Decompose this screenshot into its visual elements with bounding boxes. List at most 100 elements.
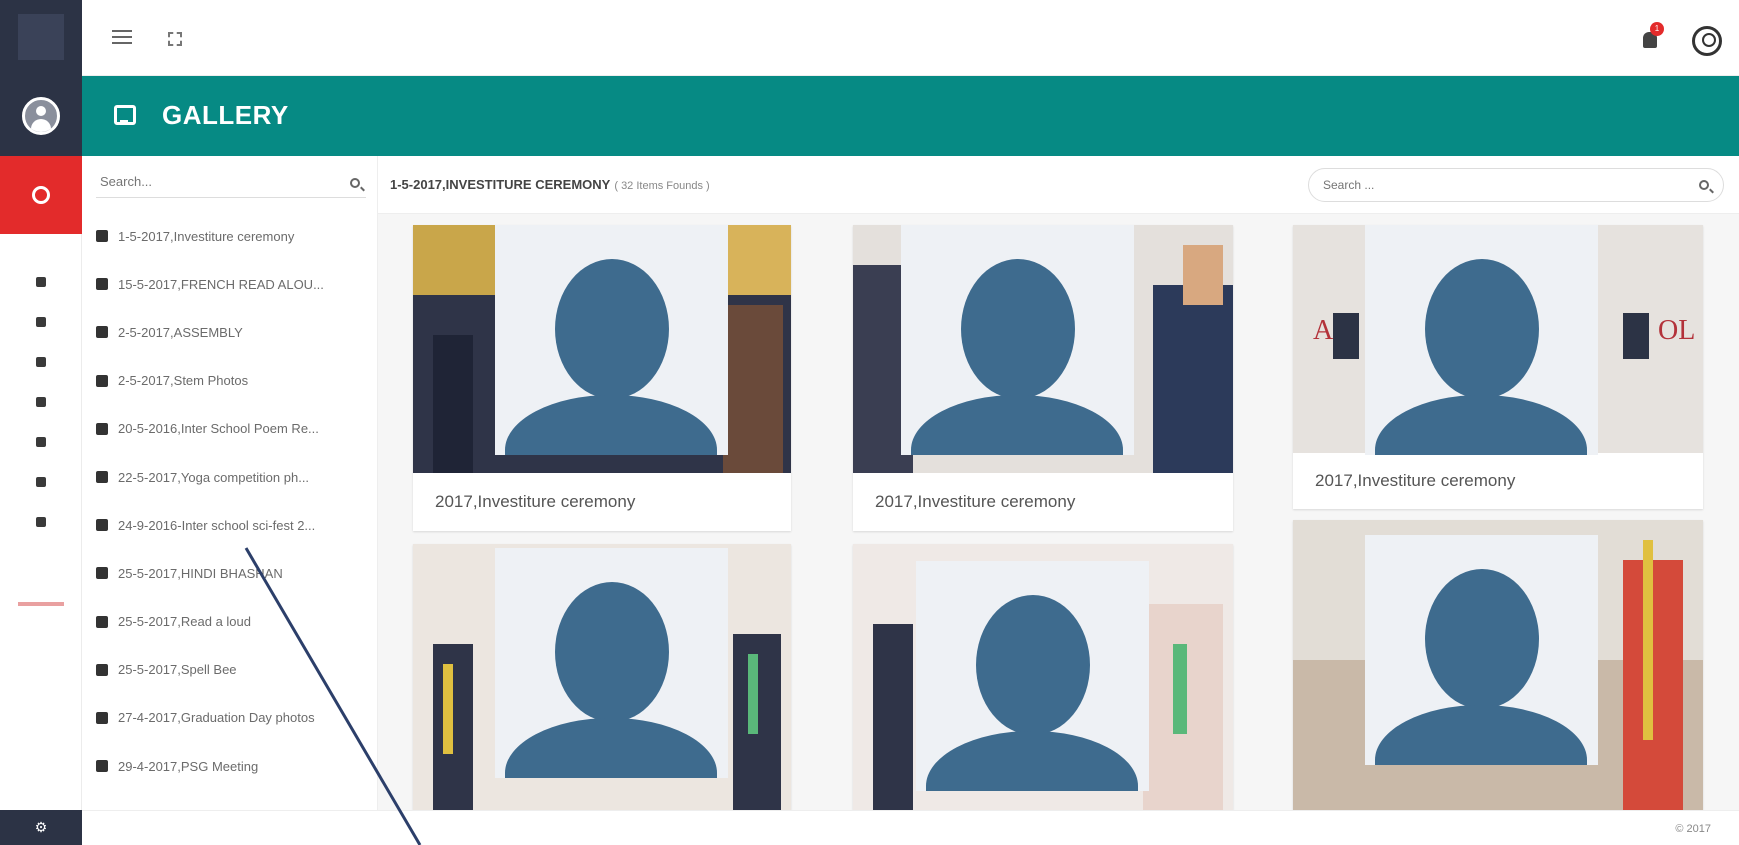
photo-search-input[interactable]	[1309, 169, 1669, 201]
settings-icon: ⚙	[34, 819, 48, 835]
rail-item-location[interactable]	[0, 502, 82, 542]
search-icon[interactable]	[1699, 180, 1709, 190]
footer: © 2017	[82, 810, 1739, 845]
album-label: 27-4-2017,Graduation Day photos	[118, 710, 315, 726]
profile-avatar[interactable]	[0, 76, 82, 156]
rail-item-gallery[interactable]	[0, 382, 82, 422]
album-label: 29-4-2017,PSG Meeting	[118, 758, 259, 774]
gallery-content: 1-5-2017,INVESTITURE CEREMONY( 32 Items …	[378, 156, 1739, 810]
album-search	[96, 168, 366, 198]
rail-item-messages[interactable]	[0, 462, 82, 502]
chat-icon	[36, 477, 46, 487]
top-bar: 1	[82, 0, 1739, 76]
person-head	[1425, 569, 1539, 709]
album-panel: 1-5-2017,Investiture ceremony 15-5-2017,…	[82, 156, 378, 810]
album-label: 25-5-2017,HINDI BHASHAN	[118, 565, 283, 581]
gallery-icon	[114, 105, 136, 125]
hamburger-icon[interactable]	[112, 30, 132, 44]
album-label: 15-5-2017,FRENCH READ ALOU...	[118, 276, 324, 292]
album-item[interactable]: 24-9-2016-Inter school sci-fest 2...	[96, 501, 372, 549]
rail-small-banner[interactable]	[18, 602, 64, 606]
person-head	[555, 259, 669, 399]
person-body	[1375, 705, 1587, 765]
album-item[interactable]: 15-5-2017,FRENCH READ ALOU...	[96, 260, 372, 308]
person-placeholder	[1365, 535, 1598, 765]
logo-mark	[18, 14, 64, 60]
album-icon	[96, 615, 108, 628]
album-title-text: 1-5-2017,INVESTITURE CEREMONY	[390, 177, 611, 192]
album-item[interactable]: 22-5-2017,Yoga competition ph...	[96, 453, 372, 501]
album-item[interactable]: 27-4-2017,Graduation Day photos	[96, 694, 372, 742]
app: ⚙ 1 GALLERY 1-5-2017,Investiture ceremon…	[0, 0, 1739, 845]
photo-search	[1308, 168, 1724, 202]
album-item[interactable]: 29-4-2017,PSG Meeting	[96, 742, 372, 790]
dashboard-icon	[36, 277, 46, 287]
person-placeholder	[916, 561, 1149, 791]
album-label: 20-5-2016,Inter School Poem Re...	[118, 421, 319, 437]
album-item[interactable]: 25-5-2017,HINDI BHASHAN	[96, 549, 372, 597]
person-head	[1425, 259, 1539, 399]
user-icon[interactable]	[1692, 26, 1722, 56]
album-label: 25-5-2017,Read a loud	[118, 614, 251, 630]
album-icon	[96, 519, 108, 532]
location-pin-icon	[36, 517, 46, 527]
person-body	[911, 395, 1123, 455]
copyright: © 2017	[1675, 823, 1711, 835]
album-icon	[96, 567, 108, 580]
album-label: 25-5-2017,Spell Bee	[118, 662, 237, 678]
search-icon[interactable]	[350, 178, 360, 188]
photo-caption: 2017,Investiture ceremony	[435, 492, 636, 511]
album-icon	[96, 711, 108, 724]
person-placeholder	[1365, 225, 1598, 455]
album-icon	[96, 471, 108, 484]
person-placeholder	[495, 225, 728, 455]
album-item[interactable]: 2-5-2017,Stem Photos	[96, 357, 372, 405]
logo[interactable]	[0, 0, 82, 76]
person-body	[1375, 395, 1587, 455]
rail-item-palette[interactable]	[0, 422, 82, 462]
album-label: 24-9-2016-Inter school sci-fest 2...	[118, 517, 316, 533]
photo-caption: 2017,Investiture ceremony	[1315, 471, 1516, 490]
album-label: 2-5-2017,ASSEMBLY	[118, 324, 243, 340]
album-search-input[interactable]	[96, 168, 326, 189]
album-icon	[96, 422, 108, 435]
person-body	[505, 718, 717, 778]
album-item[interactable]: 25-5-2017,Spell Bee	[96, 646, 372, 694]
rail-item-dashboard[interactable]	[0, 262, 82, 302]
settings-button[interactable]: ⚙	[0, 810, 82, 845]
album-label: 1-5-2017,Investiture ceremony	[118, 228, 295, 244]
avatar-icon	[22, 97, 60, 135]
rail-item-albums[interactable]	[0, 302, 82, 342]
album-icon	[96, 663, 108, 676]
album-icon	[96, 230, 108, 243]
calendar-icon	[36, 357, 46, 367]
album-list: 1-5-2017,Investiture ceremony 15-5-2017,…	[96, 212, 372, 790]
rail-item-calendar[interactable]	[0, 342, 82, 382]
rail-menu	[0, 262, 82, 542]
person-placeholder	[901, 225, 1134, 455]
person-head	[976, 595, 1090, 735]
album-item[interactable]: 2-5-2017,ASSEMBLY	[96, 308, 372, 356]
palette-icon	[36, 437, 46, 447]
album-icon	[36, 317, 46, 327]
album-icon	[96, 374, 108, 387]
person-body	[505, 395, 717, 455]
gallery-icon	[36, 397, 46, 407]
album-item[interactable]: 25-5-2017,Read a loud	[96, 598, 372, 646]
album-icon	[96, 760, 108, 773]
album-label: 2-5-2017,Stem Photos	[118, 373, 249, 389]
person-body	[926, 731, 1138, 791]
photo-caption: 2017,Investiture ceremony	[875, 492, 1076, 511]
rail-item-active[interactable]	[0, 156, 82, 234]
item-count: ( 32 Items Founds )	[614, 180, 710, 192]
album-item[interactable]: 1-5-2017,Investiture ceremony	[96, 212, 372, 260]
album-icon	[96, 326, 108, 339]
album-item[interactable]: 20-5-2016,Inter School Poem Re...	[96, 405, 372, 453]
notification-badge: 1	[1650, 22, 1664, 36]
page-title: GALLERY	[162, 100, 289, 130]
content-bar: 1-5-2017,INVESTITURE CEREMONY( 32 Items …	[378, 156, 1739, 214]
person-head	[555, 582, 669, 722]
palette-icon	[32, 186, 50, 204]
person-placeholder	[495, 548, 728, 778]
expand-icon[interactable]	[168, 32, 182, 46]
